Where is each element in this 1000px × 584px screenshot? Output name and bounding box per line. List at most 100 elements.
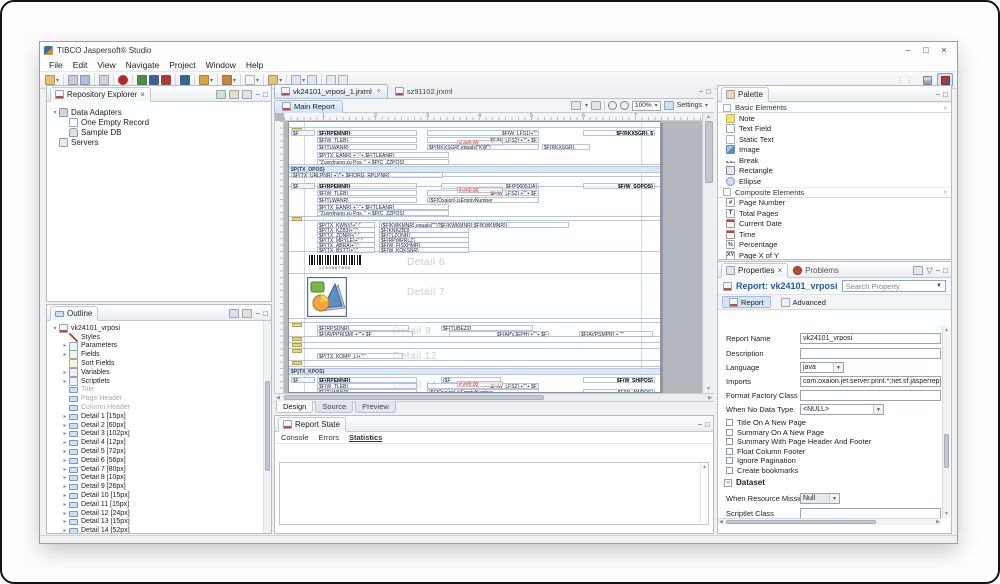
tab-source[interactable]: Source	[315, 401, 353, 413]
scriptlet-class-input[interactable]	[800, 508, 941, 518]
palette-item-rectangle[interactable]: Rectangle	[718, 166, 951, 177]
report-element[interactable]: "Zuordnung zu Pos. " + $P{C_ZZPOS}	[317, 159, 449, 165]
menu-project[interactable]: Project	[164, 60, 200, 70]
expander-icon[interactable]: ▸	[61, 351, 69, 358]
expander-icon[interactable]: ▸	[61, 422, 69, 429]
palette-item-page-x-of-y[interactable]: XYPage X of Y	[718, 250, 951, 259]
tree-item[interactable]: ▸Detail 4 [12px]	[47, 438, 263, 447]
palette-item-time[interactable]: Time	[718, 229, 951, 240]
expander-icon[interactable]: ▸	[61, 466, 69, 473]
palette-section-header[interactable]: Composite Elements»	[718, 187, 951, 198]
tree-item[interactable]: ▸Detail 1 [15px]	[47, 412, 263, 421]
expander-icon[interactable]: ▸	[61, 510, 69, 517]
tab-design[interactable]: Design	[276, 401, 313, 413]
tab-main-report[interactable]: Main Report	[274, 100, 343, 113]
compile-report-button[interactable]	[137, 75, 147, 85]
report-element[interactable]: $F{AVPPRISM} +""+ $F	[317, 331, 413, 337]
tree-item[interactable]: ▸Detail 11 [15px]	[47, 500, 263, 509]
tree-item[interactable]: Sort Fields	[47, 359, 263, 368]
report-element[interactable]: $P{TX_BSTT}+":"	[317, 247, 375, 253]
maximize-view-icon[interactable]: □	[263, 91, 268, 99]
properties-horizontal-scrollbar[interactable]: ◀ ▶	[718, 518, 941, 525]
checkbox-create-bookmarks[interactable]: Create bookmarks	[726, 466, 798, 475]
tab-problems[interactable]: Problems	[788, 263, 845, 278]
create-data-adapter-icon[interactable]	[216, 90, 226, 99]
zoom-out-icon[interactable]	[608, 101, 617, 110]
tab-report-state[interactable]: Report State	[278, 417, 346, 432]
properties-subtab-report[interactable]: Report	[722, 296, 771, 308]
tree-item[interactable]: ▸Detail 13 [15px]	[47, 518, 263, 527]
virtualizer-icon[interactable]	[591, 101, 601, 110]
tab-preview[interactable]: Preview	[355, 401, 396, 413]
expander-icon[interactable]: ▸	[61, 430, 69, 437]
tree-item[interactable]: ▸Detail 2 [60px]	[47, 421, 263, 430]
breakpoint-button[interactable]	[118, 75, 128, 85]
page-layout-icon[interactable]	[571, 101, 581, 110]
import-adapter-icon[interactable]	[229, 90, 239, 99]
zoom-level-select[interactable]: 100%▾	[632, 101, 661, 111]
palette-item-ellipse[interactable]: Ellipse	[718, 176, 951, 187]
language-select[interactable]: java▼	[800, 362, 844, 373]
collapse-section-icon[interactable]: »	[941, 190, 947, 193]
when-resource-missing-type-select[interactable]: Null▼	[800, 493, 840, 504]
checkbox-icon[interactable]	[726, 438, 733, 445]
new-wizard-button[interactable]: ▾	[245, 75, 259, 85]
menu-file[interactable]: File	[44, 60, 68, 70]
report-element[interactable]: #,##0.00	[457, 187, 503, 193]
outline-scrollbar[interactable]	[263, 321, 271, 533]
save-all-button[interactable]	[80, 75, 90, 85]
report-element[interactable]: $F	[291, 183, 315, 189]
minimize-view-icon[interactable]: −	[255, 310, 260, 318]
expander-icon[interactable]: ▸	[61, 369, 69, 376]
palette-item-page-number[interactable]: #Page Number	[718, 198, 951, 209]
properties-vertical-scrollbar[interactable]: ▲ ▼	[942, 326, 950, 518]
report-element[interactable]: $F{W_SHIPOS}	[583, 377, 655, 383]
palette-item-image[interactable]: Image	[718, 145, 951, 156]
link-with-editor-icon[interactable]	[229, 309, 239, 318]
report-element[interactable]: $F{TLWANR}	[317, 197, 417, 203]
pin-view-icon[interactable]	[913, 266, 923, 275]
tree-item[interactable]: ▸Detail 6 [56px]	[47, 456, 263, 465]
tree-item[interactable]: One Empty Record	[47, 117, 271, 127]
expander-icon[interactable]: ▸	[61, 439, 69, 446]
tree-item[interactable]: Page Header	[47, 394, 263, 403]
report-element[interactable]: $F{RPEMNR}	[317, 130, 417, 136]
report-element[interactable]: $F{RKXSGR}. $	[583, 130, 655, 136]
palette-item-text-field[interactable]: Text Field	[718, 124, 951, 135]
minimize-view-icon[interactable]: −	[697, 421, 702, 429]
preview-report-button[interactable]	[161, 75, 171, 85]
maximize-view-icon[interactable]: □	[943, 267, 948, 275]
palette-item-static-text[interactable]: Static Text	[718, 134, 951, 145]
tree-item[interactable]: ▸Fields	[47, 350, 263, 359]
tree-item[interactable]: ▾vk24101_vrposi	[47, 324, 263, 333]
expander-icon[interactable]: ▸	[61, 457, 69, 464]
expander-icon[interactable]: ▸	[61, 413, 69, 420]
tree-item[interactable]: Title	[47, 386, 263, 395]
tree-item[interactable]: ▸Detail 8 [10px]	[47, 474, 263, 483]
report-name-input[interactable]: vk24101_vrposi	[800, 333, 941, 344]
expander-icon[interactable]: ▸	[61, 501, 69, 508]
expander-icon[interactable]: ▸	[61, 518, 69, 525]
menu-view[interactable]: View	[92, 60, 120, 70]
settings-dropdown[interactable]: Settings▾	[677, 102, 708, 109]
run-button[interactable]: ▾	[222, 75, 236, 85]
maximize-view-icon[interactable]: □	[705, 421, 710, 429]
tab-close-icon[interactable]: ×	[140, 91, 145, 99]
dataset-section-header[interactable]: −Dataset	[724, 478, 765, 487]
report-element[interactable]: $P{RKXSGR}.equals("KW")	[427, 144, 539, 150]
maximize-view-icon[interactable]: □	[706, 88, 711, 96]
checkbox-icon[interactable]	[726, 419, 733, 426]
close-button[interactable]: ×	[935, 44, 953, 56]
checkbox-title-on-a-new-page[interactable]: Title On A New Page	[726, 418, 806, 427]
editor-tab[interactable]: sz91102.jrxml	[388, 84, 460, 98]
canvas-vertical-scrollbar[interactable]: ▲ ▼	[702, 113, 714, 393]
tree-item[interactable]: Styles	[47, 333, 263, 342]
palette-item-note[interactable]: Note	[718, 113, 951, 124]
maximize-view-icon[interactable]: □	[263, 310, 268, 318]
tree-item[interactable]: ▸Detail 10 [15px]	[47, 491, 263, 500]
collapse-icon[interactable]: −	[724, 479, 732, 487]
maximize-button[interactable]: □	[917, 44, 935, 56]
palette-item-current-date[interactable]: Current Date	[718, 219, 951, 230]
key-button[interactable]: ▾	[199, 75, 213, 85]
tree-item[interactable]: ▸Detail 5 [72px]	[47, 447, 263, 456]
